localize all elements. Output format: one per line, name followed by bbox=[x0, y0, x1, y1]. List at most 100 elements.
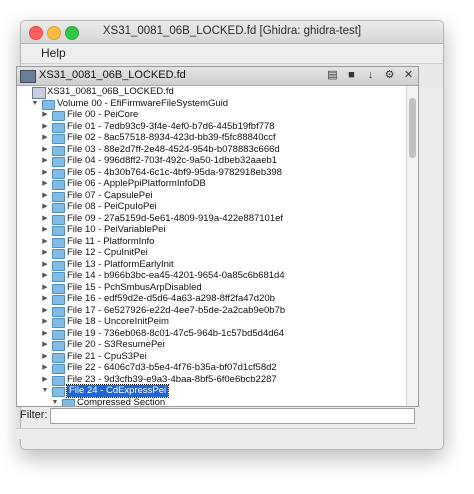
collapsed-toggle-icon[interactable]: ▶ bbox=[41, 167, 49, 179]
collapsed-toggle-icon[interactable]: ▶ bbox=[41, 155, 49, 167]
folder-icon bbox=[52, 341, 65, 351]
filter-input[interactable] bbox=[50, 408, 415, 424]
tree-node-label[interactable]: File 13 - PlatformEarlyInit bbox=[67, 259, 174, 271]
tree-row[interactable]: ▶ File 12 - CpuInitPei bbox=[17, 247, 406, 259]
collapsed-toggle-icon[interactable]: ▶ bbox=[41, 362, 49, 374]
tree-node-label[interactable]: File 14 - b966b3bc-ea45-4201-9654-0a85c6… bbox=[67, 270, 285, 282]
collapsed-toggle-icon[interactable]: ▶ bbox=[41, 144, 49, 156]
tree-node-label[interactable]: File 17 - 6e527926-e22d-4ee7-b5de-2a2cab… bbox=[67, 305, 285, 317]
panel-toolbar: ▤ ■ ↓ ⚙ ✕ bbox=[325, 68, 416, 83]
tree-row[interactable]: ▶ File 20 - S3ResumePei bbox=[17, 339, 406, 351]
tree-node-label[interactable]: File 03 - 88e2d7ff-2e48-4524-954b-b07888… bbox=[67, 144, 280, 156]
tree-node-label[interactable]: File 20 - S3ResumePei bbox=[67, 339, 165, 351]
tree-node-label[interactable]: File 04 - 996d8ff2-703f-492c-9a50-1dbeb3… bbox=[67, 155, 277, 167]
tree-node-label[interactable]: XS31_0081_06B_LOCKED.fd bbox=[47, 86, 174, 98]
tree-row[interactable]: ▶ File 16 - edf59d2e-d5d6-4a63-a298-8ff2f… bbox=[17, 293, 406, 305]
tree-node-label[interactable]: File 19 - 736eb068-8c01-47c5-964b-1c57bd… bbox=[67, 328, 284, 340]
settings-icon[interactable]: ⚙ bbox=[382, 68, 397, 83]
export-icon[interactable]: ↓ bbox=[363, 68, 378, 83]
save-icon[interactable]: ■ bbox=[344, 68, 359, 83]
vertical-scrollbar[interactable] bbox=[406, 86, 418, 406]
tree-node-label[interactable]: File 18 - UncoreInitPeim bbox=[67, 316, 169, 328]
tree-node-label[interactable]: File 24 - CdExpressPei bbox=[65, 384, 170, 398]
tree-row[interactable]: ▶ File 07 - CapsulePei bbox=[17, 190, 406, 202]
collapsed-toggle-icon[interactable]: ▶ bbox=[41, 305, 49, 317]
tree-row[interactable]: ▶ File 08 - PeiCpuIoPei bbox=[17, 201, 406, 213]
tree-node-label[interactable]: File 21 - CpuS3Pei bbox=[67, 351, 147, 363]
collapsed-toggle-icon[interactable]: ▶ bbox=[41, 213, 49, 225]
tree-node-label[interactable]: File 16 - edf59d2e-d5d6-4a63-a298-8ff2fa… bbox=[67, 293, 275, 305]
horizontal-scrollbar[interactable] bbox=[16, 428, 417, 439]
tree-node-label[interactable]: File 09 - 27a5159d-5e61-4809-919a-422e88… bbox=[67, 213, 283, 225]
menu-help[interactable]: Help bbox=[41, 46, 66, 60]
folder-icon bbox=[52, 375, 65, 386]
tree-node-label[interactable]: File 15 - PchSmbusArpDisabled bbox=[67, 282, 202, 294]
tree-row[interactable]: ▶ File 10 - PeiVariablePei bbox=[17, 224, 406, 236]
tree-row[interactable]: ▶ File 17 - 6e527926-e22d-4ee7-b5de-2a2ca… bbox=[17, 305, 406, 317]
tree-row[interactable]: ▶ File 23 - 9d3cfb39-e9a3-4baa-8bf5-6f0e6… bbox=[17, 374, 406, 386]
tree-node-label[interactable]: File 10 - PeiVariablePei bbox=[67, 224, 166, 236]
collapsed-toggle-icon[interactable]: ▶ bbox=[41, 247, 49, 259]
tree-row[interactable]: ▶ File 05 - 4b30b764-6c1c-4bf9-95da-97829… bbox=[17, 167, 406, 179]
tree-row[interactable]: ▶ File 18 - UncoreInitPeim bbox=[17, 316, 406, 328]
collapsed-toggle-icon[interactable]: ▶ bbox=[41, 374, 49, 386]
collapsed-toggle-icon[interactable]: ▶ bbox=[41, 270, 49, 282]
tree-row[interactable]: ▶ File 09 - 27a5159d-5e61-4809-919a-422e8… bbox=[17, 213, 406, 225]
collapsed-toggle-icon[interactable]: ▶ bbox=[41, 351, 49, 363]
tree-node-label[interactable]: File 06 - ApplePpiPlatformInfoDB bbox=[67, 178, 206, 190]
tree-row[interactable]: ▼ Volume 00 - EfiFirmwareFileSystemGuid bbox=[17, 98, 406, 110]
close-icon[interactable]: ✕ bbox=[401, 68, 416, 83]
collapsed-toggle-icon[interactable]: ▶ bbox=[41, 339, 49, 351]
expanded-toggle-icon[interactable]: ▼ bbox=[51, 397, 59, 407]
folder-icon bbox=[52, 111, 65, 121]
collapsed-toggle-icon[interactable]: ▶ bbox=[41, 201, 49, 213]
tree-row[interactable]: ▶ File 21 - CpuS3Pei bbox=[17, 351, 406, 363]
collapsed-toggle-icon[interactable]: ▶ bbox=[41, 224, 49, 236]
tree-row[interactable]: ▶ File 00 - PeiCore bbox=[17, 109, 406, 121]
tree-node-label[interactable]: Volume 00 - EfiFirmwareFileSystemGuid bbox=[57, 98, 228, 110]
tree-node-label[interactable]: File 07 - CapsulePei bbox=[67, 190, 153, 202]
collapsed-toggle-icon[interactable]: ▶ bbox=[41, 190, 49, 202]
tree-row[interactable]: ▶ File 03 - 88e2d7ff-2e48-4524-954b-b0788… bbox=[17, 144, 406, 156]
tree-row[interactable]: ▶ File 15 - PchSmbusArpDisabled bbox=[17, 282, 406, 294]
tree-node-label[interactable]: File 12 - CpuInitPei bbox=[67, 247, 148, 259]
expanded-toggle-icon[interactable]: ▼ bbox=[31, 98, 39, 110]
tree-node-label[interactable]: Compressed Section bbox=[77, 397, 165, 407]
tree-node-label[interactable]: File 00 - PeiCore bbox=[67, 109, 138, 121]
collapsed-toggle-icon[interactable]: ▶ bbox=[41, 109, 49, 121]
tree-node-label[interactable]: File 01 - 7edb93c9-3f4e-4ef0-b7d6-445b19… bbox=[67, 121, 275, 133]
file-tree[interactable]: XS31_0081_06B_LOCKED.fd ▼ Volume 00 - EfiF… bbox=[17, 86, 406, 406]
collapsed-toggle-icon[interactable]: ▶ bbox=[41, 282, 49, 294]
collapsed-toggle-icon[interactable]: ▶ bbox=[41, 121, 49, 133]
tree-row[interactable]: ▶ File 01 - 7edb93c9-3f4e-4ef0-b7d6-445b1… bbox=[17, 121, 406, 133]
tree-node-label[interactable]: File 05 - 4b30b764-6c1c-4bf9-95da-978291… bbox=[67, 167, 282, 179]
collapsed-toggle-icon[interactable]: ▶ bbox=[41, 328, 49, 340]
tree-row[interactable]: ▶ File 22 - 6406c7d3-b5e4-4f76-b35a-bf07d… bbox=[17, 362, 406, 374]
snapshot-icon[interactable]: ▤ bbox=[325, 68, 340, 83]
expanded-toggle-icon[interactable]: ▼ bbox=[41, 385, 49, 397]
panel-window-icon bbox=[20, 70, 36, 83]
collapsed-toggle-icon[interactable]: ▶ bbox=[41, 293, 49, 305]
tree-node-label[interactable]: File 02 - 8ac57518-8934-423d-bb39-f5fc88… bbox=[67, 132, 276, 144]
tree-row[interactable]: ▼ File 24 - CdExpressPei bbox=[17, 384, 406, 398]
tree-node-label[interactable]: File 08 - PeiCpuIoPei bbox=[67, 201, 157, 213]
collapsed-toggle-icon[interactable]: ▶ bbox=[41, 259, 49, 271]
tree-row[interactable]: ▶ File 02 - 8ac57518-8934-423d-bb39-f5fc8… bbox=[17, 132, 406, 144]
tree-node-label[interactable]: File 22 - 6406c7d3-b5e4-4f76-b35a-bf07d1… bbox=[67, 362, 277, 374]
tree-row[interactable]: ▶ File 14 - b966b3bc-ea45-4201-9654-0a85c… bbox=[17, 270, 406, 282]
tree-node-label[interactable]: File 23 - 9d3cfb39-e9a3-4baa-8bf5-6f0e6b… bbox=[67, 374, 277, 386]
tree-row[interactable]: XS31_0081_06B_LOCKED.fd bbox=[17, 86, 406, 99]
tree-row[interactable]: ▶ File 13 - PlatformEarlyInit bbox=[17, 259, 406, 271]
window-title: XS31_0081_06B_LOCKED.fd [Ghidra: ghidra-… bbox=[102, 25, 362, 37]
tree-row[interactable]: ▶ File 04 - 996d8ff2-703f-492c-9a50-1dbeb… bbox=[17, 155, 406, 167]
tree-row[interactable]: ▼ Compressed Section bbox=[17, 397, 406, 407]
tree-row[interactable]: ▶ File 19 - 736eb068-8c01-47c5-964b-1c57b… bbox=[17, 328, 406, 340]
tree-row[interactable]: ▶ File 11 - PlatformInfo bbox=[17, 236, 406, 248]
tree-row[interactable]: ▶ File 06 - ApplePpiPlatformInfoDB bbox=[17, 178, 406, 190]
collapsed-toggle-icon[interactable]: ▶ bbox=[41, 178, 49, 190]
collapsed-toggle-icon[interactable]: ▶ bbox=[41, 236, 49, 248]
collapsed-toggle-icon[interactable]: ▶ bbox=[41, 316, 49, 328]
collapsed-toggle-icon[interactable]: ▶ bbox=[41, 132, 49, 144]
scrollbar-thumb[interactable] bbox=[409, 98, 416, 158]
tree-node-label[interactable]: File 11 - PlatformInfo bbox=[67, 236, 154, 248]
